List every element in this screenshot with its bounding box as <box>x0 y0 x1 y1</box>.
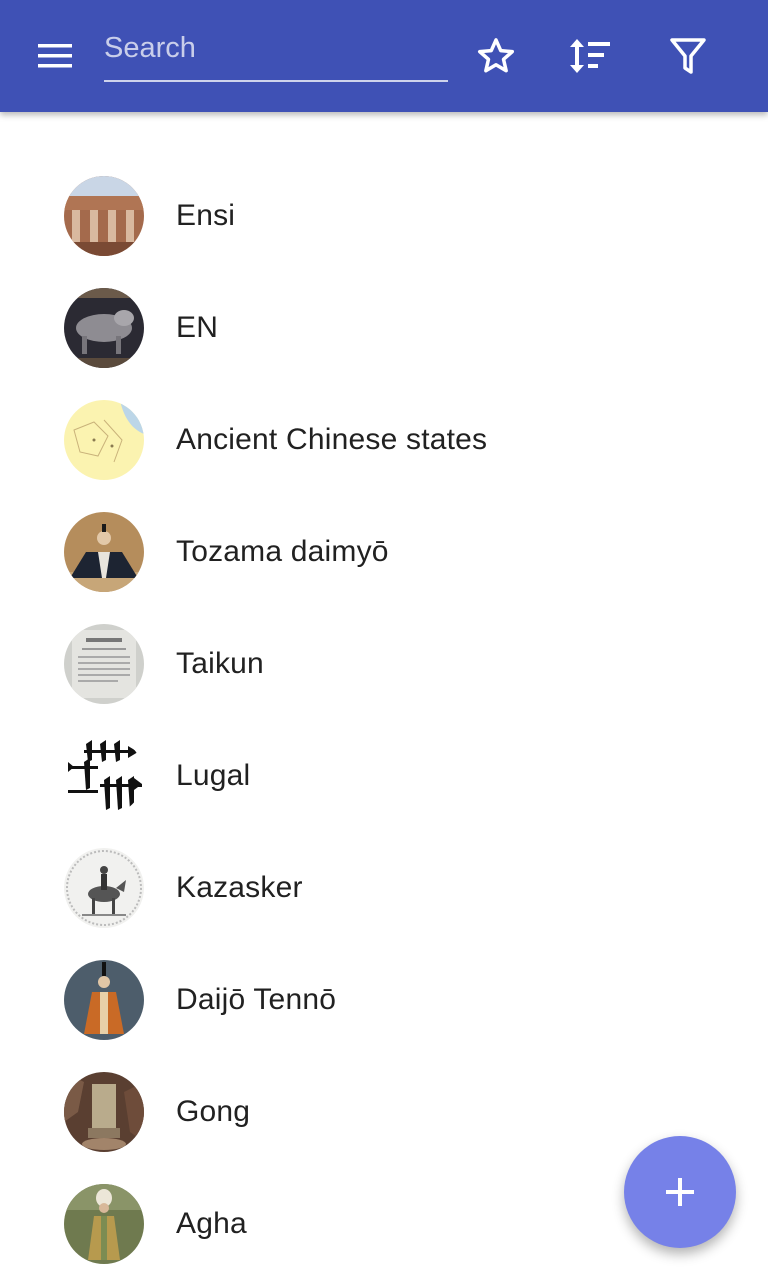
hamburger-menu-icon <box>38 44 72 68</box>
list-item[interactable]: Taikun <box>0 608 768 720</box>
favorites-button[interactable] <box>468 30 524 82</box>
search-input[interactable] <box>104 22 448 80</box>
list-item-label: Lugal <box>176 759 251 792</box>
plus-icon <box>666 1178 694 1206</box>
stone-stele-image <box>64 1072 144 1152</box>
horseman-engraving-image <box>64 848 144 928</box>
daimyo-portrait-image <box>64 512 144 592</box>
list-item-label: Ancient Chinese states <box>176 423 488 456</box>
list-item-label: Gong <box>176 1095 251 1128</box>
list-item[interactable]: Ensi <box>0 160 768 272</box>
list-item[interactable]: Lugal <box>0 720 768 832</box>
emperor-robes-image <box>64 960 144 1040</box>
list-item[interactable]: EN <box>0 272 768 384</box>
list-item-label: Daijō Tennō <box>176 983 337 1016</box>
list-item[interactable]: Daijō Tennō <box>0 944 768 1056</box>
list-item[interactable]: Ancient Chinese states <box>0 384 768 496</box>
document-image <box>64 624 144 704</box>
relief-sculpture-image <box>64 288 144 368</box>
filter-icon <box>670 38 706 74</box>
sort-button[interactable] <box>563 30 619 82</box>
app-bar <box>0 0 768 112</box>
map-image <box>64 400 144 480</box>
list-item-label: EN <box>176 311 219 344</box>
list-item-label: Ensi <box>176 199 236 232</box>
results-list: Ensi EN Ancient Chinese states Tozama da… <box>0 160 768 1280</box>
star-outline-icon <box>477 38 515 73</box>
ruins-columns-image <box>64 176 144 256</box>
ottoman-figure-image <box>64 1184 144 1264</box>
cuneiform-glyph-image <box>64 736 144 816</box>
list-item[interactable]: Kazasker <box>0 832 768 944</box>
filter-button[interactable] <box>660 30 716 82</box>
menu-button[interactable] <box>20 32 92 80</box>
sort-icon <box>570 39 610 73</box>
list-item[interactable]: Tozama daimyō <box>0 496 768 608</box>
list-item-label: Agha <box>176 1207 247 1240</box>
list-item-label: Tozama daimyō <box>176 535 389 568</box>
search-field <box>104 22 448 82</box>
list-item-label: Kazasker <box>176 871 303 904</box>
list-item-label: Taikun <box>176 647 264 680</box>
add-button[interactable] <box>624 1136 736 1248</box>
